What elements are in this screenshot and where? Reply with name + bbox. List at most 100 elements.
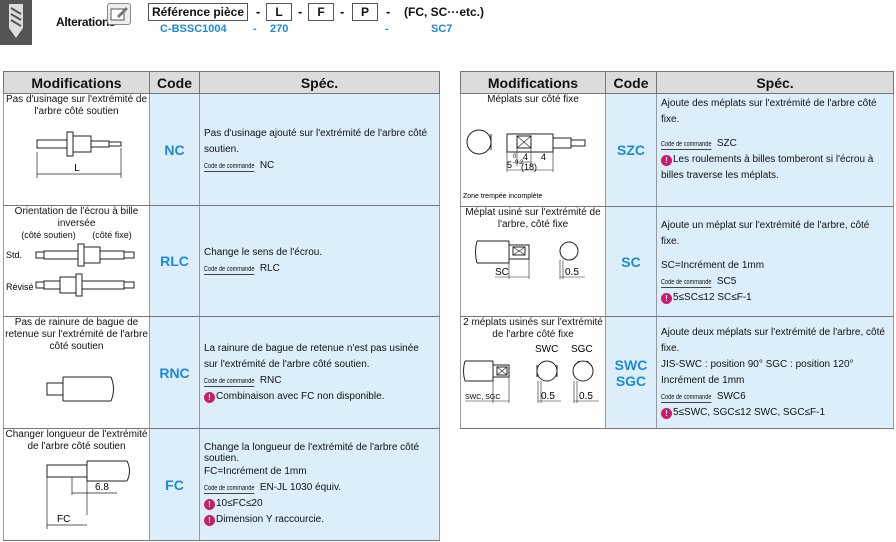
modification-label: Pas de rainure de bague de retenue sur l… xyxy=(5,317,148,352)
sc-shaft-figure: SC 0.5 xyxy=(475,240,585,279)
order-code: NC xyxy=(259,159,275,171)
code-swc: SWC xyxy=(614,356,648,373)
spec-cell: Ajoute un méplat sur l'extrémité de l'ar… xyxy=(656,206,894,317)
warning-icon: ! xyxy=(204,498,215,510)
spec-text: Change la longueur de l'extrémité de l'a… xyxy=(204,441,420,464)
dim-swc-sgc-label: SWC, SGC xyxy=(465,394,500,401)
warning-icon: ! xyxy=(204,391,215,403)
dim-0-5-label: 0.5 xyxy=(565,267,579,278)
field-l: L xyxy=(266,3,292,21)
dim-0-5-label: 0.5 xyxy=(541,391,555,402)
swc-shaft-figure: SWC SGC SWC, SGC 0.5 0.5 xyxy=(463,344,599,403)
dim-fc-label: FC xyxy=(57,514,70,525)
dim-l-label: L xyxy=(74,163,80,174)
table-row: 2 méplats usinés sur l'extrémité de l'ar… xyxy=(460,316,894,429)
increment-text: SC=Incrément de 1mm xyxy=(661,259,765,271)
modification-label: Méplats sur côté fixe xyxy=(487,94,579,105)
col-modifications: Modifications xyxy=(3,71,150,94)
increment-text: FC=Incrément de 1mm xyxy=(204,465,307,477)
example-l: 270 xyxy=(270,23,289,35)
spec-cell: Change le sens de l'écrou. Code de comma… xyxy=(199,205,440,317)
col-spec: Spéc. xyxy=(199,71,440,94)
code-cell: RNC xyxy=(149,316,200,429)
table-row: Pas d'usinage sur l'extrémité de l'arbre… xyxy=(3,93,440,206)
code-cell: SZC xyxy=(605,93,657,207)
warning-icon: ! xyxy=(204,514,215,526)
warning-icon: ! xyxy=(661,292,672,304)
modification-label: Pas d'usinage sur l'extrémité de l'arbre… xyxy=(5,94,148,117)
order-code: RNC xyxy=(259,374,282,386)
table-row: Changer longueur de l'extrémité de l'arb… xyxy=(3,428,440,541)
spec-text: Ajoute un méplat sur l'extrémité de l'ar… xyxy=(661,219,870,247)
note-text: 5≤SC≤12 SC≤F-1 xyxy=(673,291,752,303)
note-text: Combinaison avec FC non disponible. xyxy=(216,390,385,402)
dim-6-8-label: 6.8 xyxy=(95,482,109,493)
field-p: P xyxy=(352,3,378,21)
note-text: 10≤FC≤20 xyxy=(216,497,263,509)
edit-icon xyxy=(107,3,131,25)
right-spec-table: Modifications Code Spéc. Méplats sur côt… xyxy=(460,71,894,429)
left-spec-table: Modifications Code Spéc. Pas d'usinage s… xyxy=(3,71,440,541)
header-suffix: (FC, SC···etc.) xyxy=(404,5,484,19)
note-text: Les roulements à billes tomberont si l'é… xyxy=(661,154,874,181)
spec-text: La rainure de bague de retenue n'est pas… xyxy=(204,342,419,370)
table-row: Méplats sur côté fixe 4 4 5 -0.2 0 (18) … xyxy=(460,93,894,207)
spec-text: Ajoute deux méplats sur l'extrémité de l… xyxy=(661,326,885,354)
modification-cell: Méplat usiné sur l'extrémité de l'arbre,… xyxy=(460,206,606,317)
table-row: Pas de rainure de bague de retenue sur l… xyxy=(3,316,440,429)
order-code-label: Code de commande xyxy=(204,484,255,494)
spec-cell: La rainure de bague de retenue n'est pas… xyxy=(199,316,440,429)
example-sep: - xyxy=(385,23,389,35)
modification-cell: Pas d'usinage sur l'extrémité de l'arbre… xyxy=(3,93,150,206)
order-code: SC5 xyxy=(716,275,737,287)
note-text: Dimension Y raccourcie. xyxy=(216,513,325,525)
dim-0-5b-label: 0.5 xyxy=(579,391,593,402)
code-cell: FC xyxy=(149,428,200,541)
modification-cell: Méplats sur côté fixe 4 4 5 -0.2 0 (18) … xyxy=(460,93,606,207)
table-row: Méplat usiné sur l'extrémité de l'arbre,… xyxy=(460,206,894,317)
szc-shaft-figure: 4 4 5 -0.2 0 (18) Zone trempée incomplèt… xyxy=(463,129,586,200)
order-code-label: Code de commande xyxy=(661,393,712,403)
field-f: F xyxy=(308,3,334,21)
code-sgc: SGC xyxy=(615,372,647,389)
hardened-zone-caption: Zone trempée incomplète xyxy=(463,193,542,200)
spec-cell: Ajoute des méplats sur l'extrémité de l'… xyxy=(656,93,894,207)
modification-label: Méplat usiné sur l'extrémité de l'arbre,… xyxy=(465,207,601,230)
order-code: SWC6 xyxy=(716,390,746,402)
separator: - xyxy=(298,4,303,19)
revised-label: Révisé xyxy=(6,282,34,292)
position-text: JIS-SWC : position 90° SGC : position 12… xyxy=(661,358,854,370)
dim-sc-label: SC xyxy=(495,267,509,278)
code-cell: NC xyxy=(149,93,200,206)
order-code-label: Code de commande xyxy=(661,278,712,288)
col-code: Code xyxy=(149,71,200,94)
rlc-shaft-figure: Std. Révisé xyxy=(6,243,135,297)
order-code-label: Code de commande xyxy=(661,141,712,150)
dim-4b-label: 4 xyxy=(541,152,546,162)
code-cell: RLC xyxy=(149,205,200,317)
sgc-label: SGC xyxy=(571,344,593,355)
order-code: SZC xyxy=(716,138,737,149)
note-text: 5≤SWC, SGC≤12 SWC, SGC≤F-1 xyxy=(673,406,826,418)
fc-shaft-figure: 6.8 FC xyxy=(46,460,130,529)
dim-18-label: (18) xyxy=(521,162,537,172)
modification-cell: Orientation de l'écrou à bille inversée … xyxy=(3,205,150,317)
dim-4-label: 4 xyxy=(523,152,528,162)
example-reference: C-BSSC1004 xyxy=(160,23,227,35)
spec-cell: Pas d'usinage ajouté sur l'extrémité de … xyxy=(199,93,440,206)
warning-icon: ! xyxy=(661,155,672,166)
rnc-shaft-figure xyxy=(46,376,114,402)
warning-icon: ! xyxy=(661,407,672,419)
spec-text: Ajoute des méplats sur l'extrémité de l'… xyxy=(661,98,877,125)
separator: - xyxy=(340,4,345,19)
modification-cell: 2 méplats usinés sur l'extrémité de l'ar… xyxy=(460,316,606,429)
modification-label: 2 méplats usinés sur l'extrémité de l'ar… xyxy=(463,317,603,340)
modification-cell: Changer longueur de l'extrémité de l'arb… xyxy=(3,428,150,541)
example-sep: - xyxy=(253,23,257,35)
separator: - xyxy=(386,4,391,19)
col-spec: Spéc. xyxy=(656,71,894,94)
separator: - xyxy=(256,4,261,19)
nc-shaft-figure: L xyxy=(36,131,121,178)
example-alteration: SC7 xyxy=(431,23,453,35)
order-code-label: Code de commande xyxy=(204,266,255,275)
